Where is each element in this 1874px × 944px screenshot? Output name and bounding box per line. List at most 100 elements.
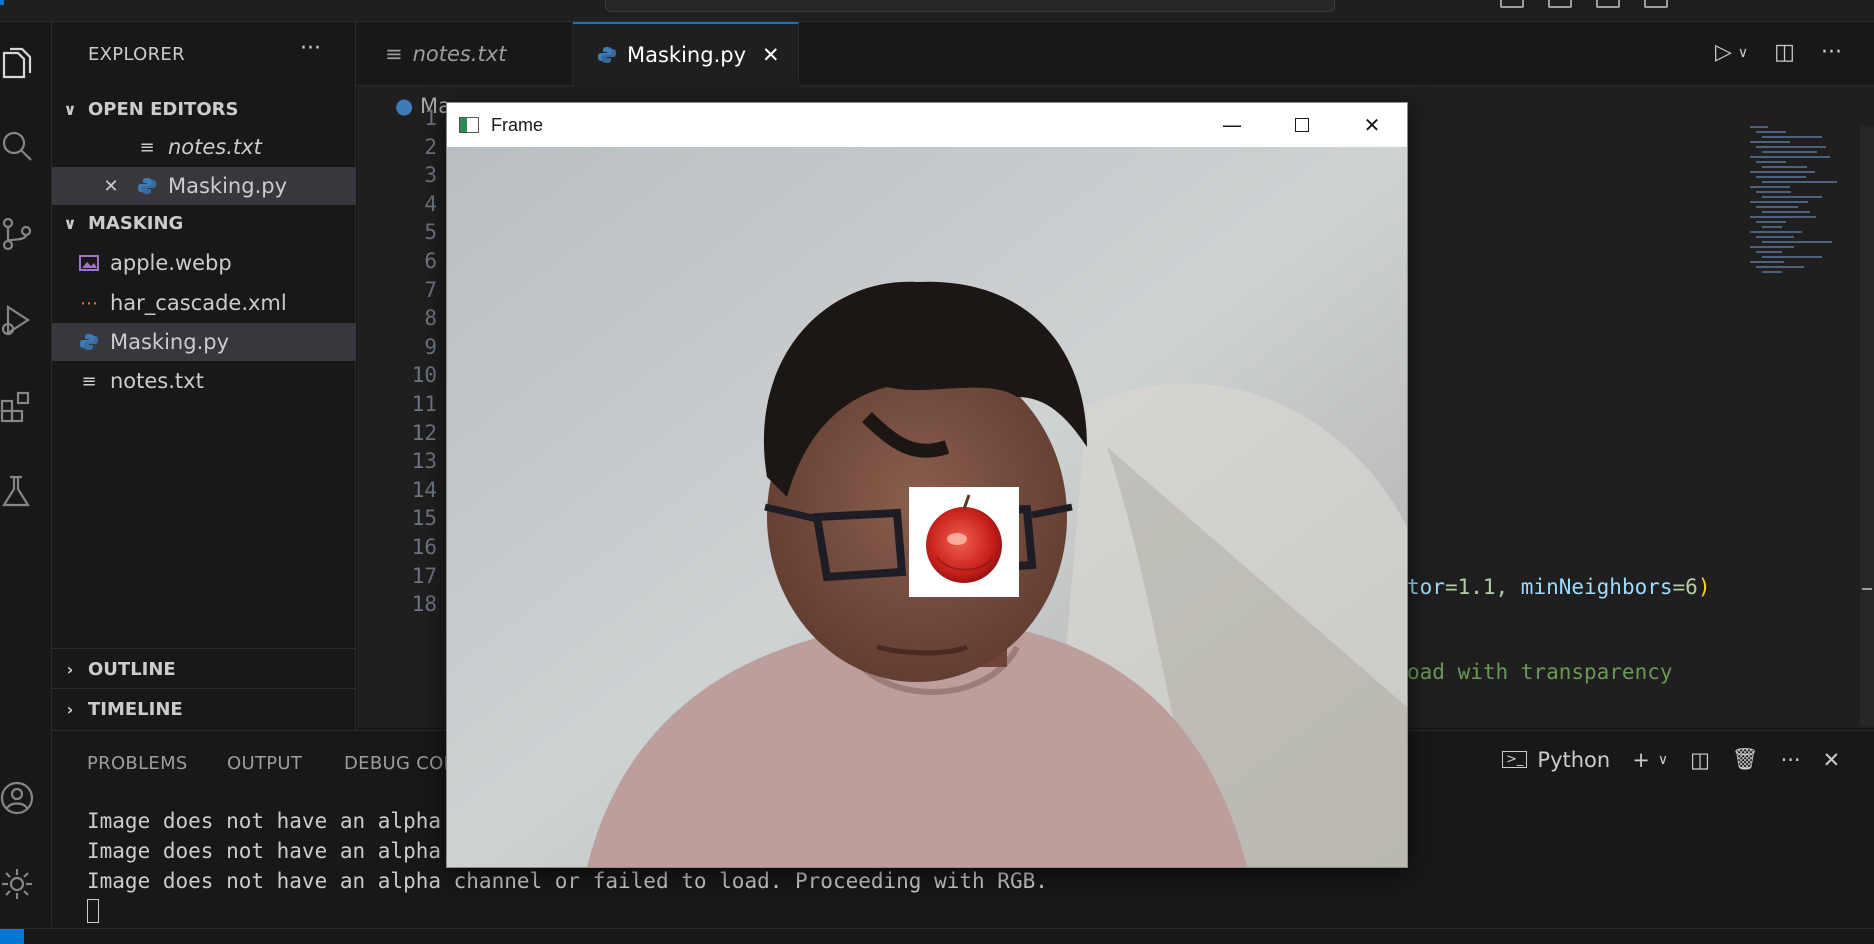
minimap-line — [1756, 251, 1782, 253]
editor-actions: ▷ ∨ ◫ ··· — [1715, 40, 1842, 65]
timeline-header[interactable]: › TIMELINE — [52, 692, 356, 726]
minimap-line — [1756, 191, 1791, 193]
layout-toggle-icon[interactable] — [1500, 0, 1524, 8]
line-number: 8 — [424, 306, 437, 331]
open-editor-item[interactable]: ✕ Masking.py — [52, 167, 356, 205]
close-icon[interactable]: ✕ — [100, 175, 122, 197]
tab-debug-console[interactable]: DEBUG CON — [344, 753, 457, 774]
line-number: 9 — [424, 334, 437, 359]
sidebar-toggle-icon[interactable] — [1596, 0, 1620, 8]
chevron-down-icon[interactable]: ∨ — [1658, 752, 1668, 768]
line-number: 10 — [411, 363, 437, 388]
minimap-line — [1762, 136, 1822, 138]
minimap-line — [1756, 176, 1806, 178]
split-editor-icon[interactable]: ◫ — [1774, 40, 1795, 65]
new-terminal-icon[interactable]: + — [1632, 748, 1650, 772]
minimap-line — [1762, 211, 1810, 213]
line-number: 18 — [411, 592, 437, 617]
minimap-line — [1762, 271, 1782, 273]
extensions-icon[interactable] — [0, 382, 40, 430]
line-number: 7 — [424, 277, 437, 302]
maximize-button[interactable] — [1267, 103, 1337, 147]
remote-indicator[interactable] — [0, 929, 24, 944]
source-control-icon[interactable] — [0, 210, 40, 258]
open-editor-item[interactable]: ≡ notes.txt — [52, 128, 356, 166]
minimap-line — [1762, 151, 1817, 153]
minimap-line — [1762, 256, 1822, 258]
tab-output[interactable]: OUTPUT — [227, 753, 302, 774]
frame-title: Frame — [491, 114, 544, 135]
code-line-17[interactable]: oad with transparency — [1407, 660, 1673, 684]
more-actions-icon[interactable]: ··· — [1781, 748, 1801, 772]
divider — [52, 648, 356, 649]
more-actions-icon[interactable]: ··· — [1821, 40, 1842, 65]
terminal-line: Image does not have an alpha channel or … — [87, 869, 1048, 893]
folder-header[interactable]: ∨ MASKING — [52, 206, 356, 240]
file-item[interactable]: ⋯ har_cascade.xml — [52, 284, 356, 322]
trash-icon[interactable]: 🗑 — [1732, 747, 1759, 772]
split-terminal-icon[interactable]: ◫ — [1690, 748, 1710, 772]
search-icon[interactable] — [0, 122, 40, 170]
account-icon[interactable] — [0, 774, 40, 822]
line-number: 12 — [411, 420, 437, 445]
close-tab-icon[interactable]: ✕ — [762, 43, 780, 67]
close-button[interactable]: ✕ — [1337, 103, 1407, 147]
command-center[interactable] — [605, 0, 1335, 12]
line-number: 2 — [424, 134, 437, 159]
code-token: minNeighbors — [1520, 575, 1673, 599]
chevron-down-icon: ∨ — [63, 99, 77, 119]
settings-gear-icon[interactable] — [0, 860, 40, 908]
frame-window[interactable]: Frame — ✕ — [446, 102, 1408, 868]
tab-label: Masking.py — [627, 42, 746, 67]
panel-toggle-icon[interactable] — [1548, 0, 1572, 8]
chevron-down-icon: ∨ — [63, 213, 77, 233]
minimap-line — [1750, 186, 1790, 188]
tab-notes[interactable]: ≡ notes.txt — [357, 22, 573, 86]
webcam-image — [447, 147, 1407, 867]
minimap-line — [1756, 236, 1794, 238]
line-number: 3 — [424, 163, 437, 188]
minimap-line — [1750, 231, 1802, 233]
minimap-line — [1762, 241, 1832, 243]
terminal-line: Image does not have an alpha — [87, 839, 442, 863]
code-token: =1.1, — [1444, 575, 1521, 599]
file-item[interactable]: ≡ notes.txt — [52, 362, 356, 400]
chevron-down-icon[interactable]: ∨ — [1738, 45, 1748, 61]
explorer-sidebar: EXPLORER ··· ∨ OPEN EDITORS ≡ notes.txt … — [52, 22, 356, 730]
activity-bar — [0, 22, 52, 927]
minimap-line — [1750, 126, 1768, 128]
text-file-icon: ≡ — [139, 136, 155, 158]
terminal-actions: >_ Python + ∨ ◫ 🗑 ··· ✕ — [1502, 747, 1840, 772]
close-panel-icon[interactable]: ✕ — [1823, 748, 1841, 772]
outline-header[interactable]: › OUTLINE — [52, 652, 356, 686]
line-number: 14 — [411, 477, 437, 502]
terminal-line: Image does not have an alpha — [87, 809, 442, 833]
minimap-line — [1762, 226, 1782, 228]
run-debug-icon[interactable] — [0, 296, 40, 344]
run-icon[interactable]: ▷ — [1715, 40, 1732, 65]
minimize-button[interactable]: — — [1197, 103, 1267, 147]
explorer-more-actions-icon[interactable]: ··· — [300, 36, 321, 61]
terminal-selector[interactable]: >_ Python — [1502, 748, 1610, 772]
minimap-line — [1750, 216, 1816, 218]
folder-label: MASKING — [88, 212, 184, 234]
status-bar — [0, 928, 1874, 944]
terminal-icon: >_ — [1502, 751, 1528, 768]
minimap[interactable] — [1750, 126, 1850, 296]
code-token: =6 — [1672, 575, 1698, 599]
tab-masking[interactable]: Masking.py ✕ — [573, 22, 799, 86]
file-item[interactable]: apple.webp — [52, 244, 356, 282]
code-line-14[interactable]: tor=1.1, minNeighbors=6) — [1407, 575, 1710, 599]
python-icon — [597, 45, 617, 65]
vertical-scrollbar[interactable] — [1860, 126, 1874, 726]
frame-title-bar[interactable]: Frame — ✕ — [447, 103, 1407, 147]
testing-icon[interactable] — [0, 468, 40, 516]
explorer-icon[interactable] — [0, 40, 40, 88]
tab-problems[interactable]: PROBLEMS — [87, 753, 188, 774]
code-token: ) — [1697, 575, 1711, 599]
text-file-icon: ≡ — [385, 42, 403, 66]
file-item[interactable]: Masking.py — [52, 323, 356, 361]
minimap-line — [1756, 131, 1786, 133]
customize-layout-icon[interactable] — [1644, 0, 1668, 8]
open-editors-header[interactable]: ∨ OPEN EDITORS — [52, 92, 356, 126]
